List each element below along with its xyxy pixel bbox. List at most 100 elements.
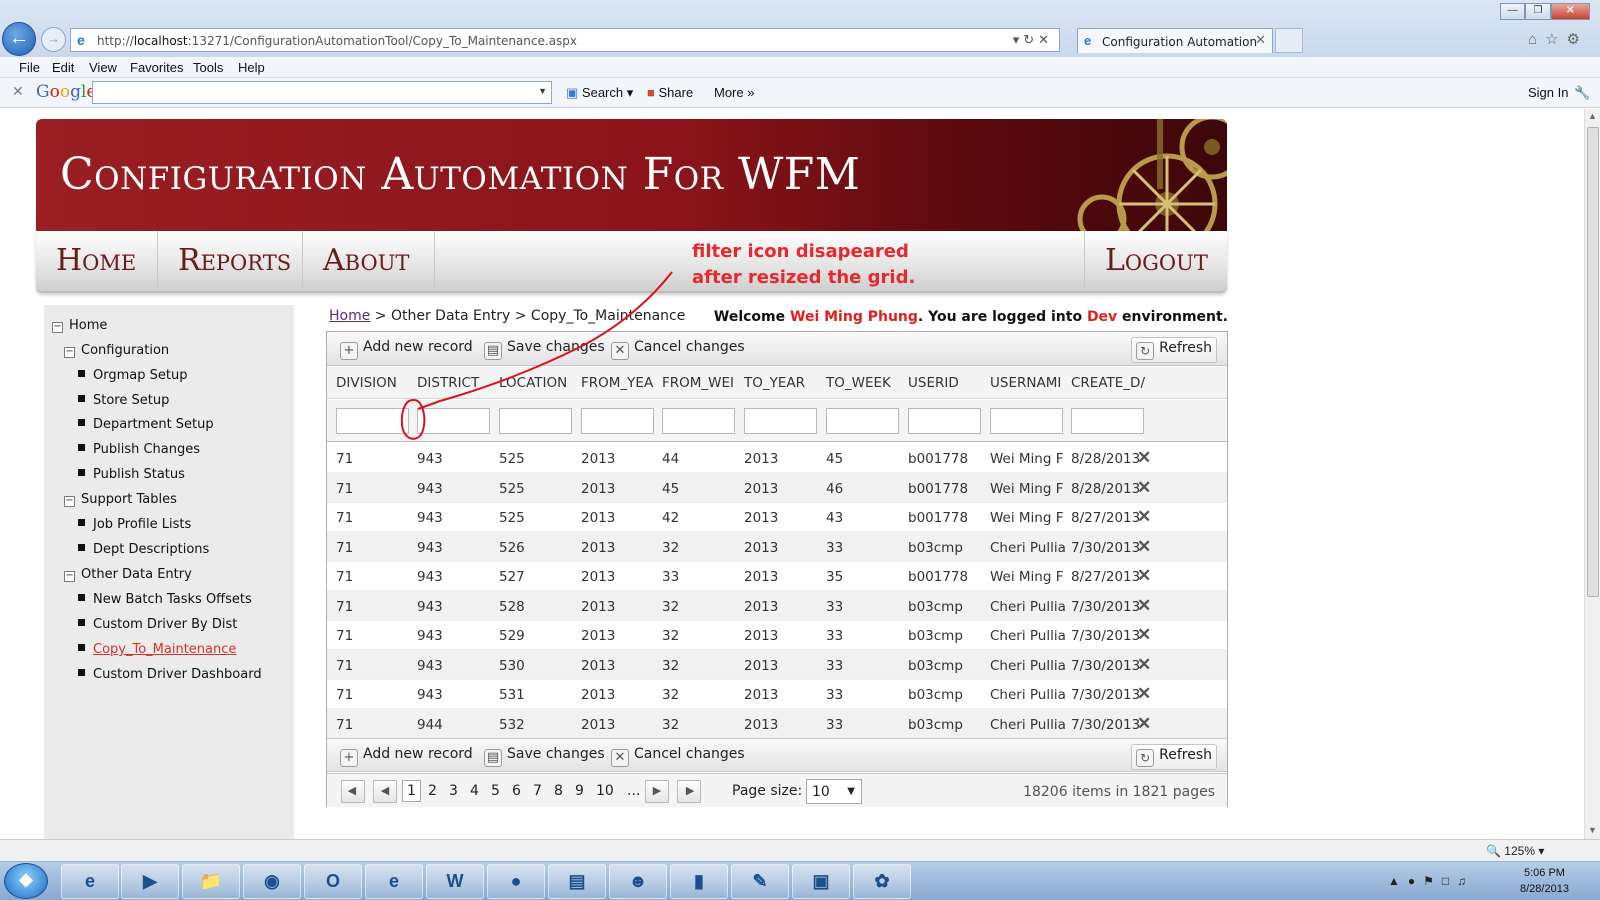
table-row[interactable]: 71 944 532 2013 32 2013 33 b03cmp Cheri Pullia 7/…: [327, 708, 1227, 739]
column-header-location[interactable]: LOCATION: [499, 375, 575, 391]
cell-district[interactable]: 943: [417, 569, 493, 585]
taskbar-explorer-icon[interactable]: 📁: [182, 864, 240, 899]
taskbar-chart-icon[interactable]: ▤: [548, 864, 606, 899]
delete-row-icon[interactable]: ✕: [1137, 478, 1151, 498]
cell-from-year[interactable]: 2013: [581, 481, 657, 497]
cell-to-year[interactable]: 2013: [744, 481, 820, 497]
cell-to-year[interactable]: 2013: [744, 717, 820, 733]
scroll-thumb[interactable]: [1587, 127, 1599, 597]
delete-row-icon[interactable]: ✕: [1137, 655, 1151, 675]
filter-input-username[interactable]: [990, 408, 1063, 434]
filter-input-from-week[interactable]: [662, 408, 735, 434]
menu-help[interactable]: Help: [238, 60, 265, 75]
cell-district[interactable]: 944: [417, 717, 493, 733]
table-row[interactable]: 71 943 530 2013 32 2013 33 b03cmp Cheri Pullia 7/…: [327, 649, 1227, 680]
nav-logout[interactable]: Logout: [1084, 231, 1227, 291]
table-row[interactable]: 71 943 529 2013 32 2013 33 b03cmp Cheri Pullia 7/…: [327, 620, 1227, 650]
refresh-button[interactable]: ↻ Refresh: [1131, 337, 1217, 363]
cell-to-week[interactable]: 33: [826, 658, 902, 674]
cell-username[interactable]: Cheri Pullia: [990, 717, 1066, 733]
taskbar-paint-icon[interactable]: ✎: [731, 864, 789, 899]
taskbar-clock[interactable]: 5:06 PM 8/28/2013: [1520, 865, 1569, 897]
cell-create-date[interactable]: 7/30/2013: [1071, 658, 1147, 674]
page-link-1[interactable]: 1: [402, 780, 421, 802]
table-row[interactable]: 71 943 525 2013 42 2013 43 b001778 Wei Ming F 8/2…: [327, 502, 1227, 532]
filter-input-district[interactable]: [417, 408, 490, 434]
tree-item-copy-to-maintenance[interactable]: Copy_To_Maintenance: [78, 642, 236, 657]
delete-row-icon[interactable]: ✕: [1137, 448, 1151, 468]
cell-userid[interactable]: b001778: [908, 569, 984, 585]
page-scrollbar[interactable]: ▲ ▼: [1584, 109, 1600, 839]
taskbar-app-icon[interactable]: ●: [487, 864, 545, 899]
filter-input-from-year[interactable]: [581, 408, 654, 434]
delete-row-icon[interactable]: ✕: [1137, 537, 1151, 557]
tree-item-dept-descriptions[interactable]: Dept Descriptions: [78, 542, 209, 557]
gear-icon[interactable]: ⚙: [1567, 31, 1588, 48]
column-header-district[interactable]: DISTRICT: [417, 375, 493, 391]
address-tools[interactable]: ▾↻✕: [1013, 32, 1053, 48]
cell-userid[interactable]: b03cmp: [908, 628, 984, 644]
save-changes-button[interactable]: ▤ Save changes: [484, 339, 605, 360]
collapse-icon[interactable]: −: [52, 322, 63, 333]
cell-from-week[interactable]: 32: [662, 599, 738, 615]
delete-row-icon[interactable]: ✕: [1137, 684, 1151, 704]
filter-input-division[interactable]: [336, 408, 409, 434]
tree-support-tables[interactable]: − Support Tables: [64, 492, 177, 507]
delete-row-icon[interactable]: ✕: [1137, 714, 1151, 734]
nav-about[interactable]: About: [303, 231, 435, 291]
column-header-to-week[interactable]: TO_WEEK: [826, 375, 902, 391]
cell-create-date[interactable]: 7/30/2013: [1071, 687, 1147, 703]
cell-to-week[interactable]: 46: [826, 481, 902, 497]
tree-item-store-setup[interactable]: Store Setup: [78, 393, 169, 408]
table-row[interactable]: 71 943 527 2013 33 2013 35 b001778 Wei Ming F 8/2…: [327, 561, 1227, 591]
cell-from-year[interactable]: 2013: [581, 628, 657, 644]
filter-input-to-year[interactable]: [744, 408, 817, 434]
tree-item-publish-status[interactable]: Publish Status: [78, 467, 185, 482]
cell-from-year[interactable]: 2013: [581, 540, 657, 556]
page-link-7[interactable]: 7: [533, 783, 542, 799]
filter-input-to-week[interactable]: [826, 408, 899, 434]
page-link-2[interactable]: 2: [428, 783, 437, 799]
cell-userid[interactable]: b001778: [908, 510, 984, 526]
tree-item-new-batch-tasks-offsets[interactable]: New Batch Tasks Offsets: [78, 592, 252, 607]
cell-location[interactable]: 525: [499, 451, 575, 467]
cell-to-year[interactable]: 2013: [744, 628, 820, 644]
table-row[interactable]: 71 943 526 2013 32 2013 33 b03cmp Cheri Pullia 7/…: [327, 531, 1227, 562]
refresh-button-bottom[interactable]: ↻ Refresh: [1131, 744, 1217, 770]
taskbar-firefox-icon[interactable]: ◉: [243, 864, 301, 899]
cell-location[interactable]: 532: [499, 717, 575, 733]
cell-division[interactable]: 71: [336, 540, 412, 556]
taskbar-frog-icon[interactable]: ☻: [609, 864, 667, 899]
table-row[interactable]: 71 943 528 2013 32 2013 33 b03cmp Cheri Pullia 7/…: [327, 590, 1227, 621]
column-header-division[interactable]: DIVISION: [336, 375, 412, 391]
scroll-up-icon[interactable]: ▲: [1588, 111, 1597, 121]
cell-division[interactable]: 71: [336, 481, 412, 497]
cell-username[interactable]: Cheri Pullia: [990, 540, 1066, 556]
cell-username[interactable]: Cheri Pullia: [990, 628, 1066, 644]
tree-item-custom-driver-by-dist[interactable]: Custom Driver By Dist: [78, 617, 237, 632]
cell-from-year[interactable]: 2013: [581, 687, 657, 703]
cell-from-year[interactable]: 2013: [581, 510, 657, 526]
taskbar-remote-icon[interactable]: ▣: [792, 864, 850, 899]
cell-division[interactable]: 71: [336, 451, 412, 467]
address-bar[interactable]: e http://localhost:13271/ConfigurationAu…: [70, 28, 1060, 52]
cell-create-date[interactable]: 8/28/2013: [1071, 451, 1147, 467]
cell-to-year[interactable]: 2013: [744, 510, 820, 526]
cell-from-week[interactable]: 42: [662, 510, 738, 526]
taskbar-media-player-icon[interactable]: ▶: [121, 864, 179, 899]
cell-from-week[interactable]: 32: [662, 687, 738, 703]
cell-to-week[interactable]: 33: [826, 540, 902, 556]
browser-tab[interactable]: e Configuration Automation ... ✕: [1077, 28, 1273, 63]
chevron-down-icon[interactable]: ▼: [538, 86, 547, 96]
delete-row-icon[interactable]: ✕: [1137, 507, 1151, 527]
page-link-8[interactable]: 8: [554, 783, 563, 799]
tree-home[interactable]: − Home: [52, 318, 107, 333]
cell-from-year[interactable]: 2013: [581, 658, 657, 674]
breadcrumb-home-link[interactable]: Home: [329, 308, 370, 324]
column-header-userid[interactable]: USERID: [908, 375, 984, 391]
cell-to-week[interactable]: 33: [826, 687, 902, 703]
cell-userid[interactable]: b001778: [908, 481, 984, 497]
cell-to-year[interactable]: 2013: [744, 569, 820, 585]
cell-from-week[interactable]: 32: [662, 540, 738, 556]
sign-in-link[interactable]: Sign In: [1528, 85, 1568, 100]
